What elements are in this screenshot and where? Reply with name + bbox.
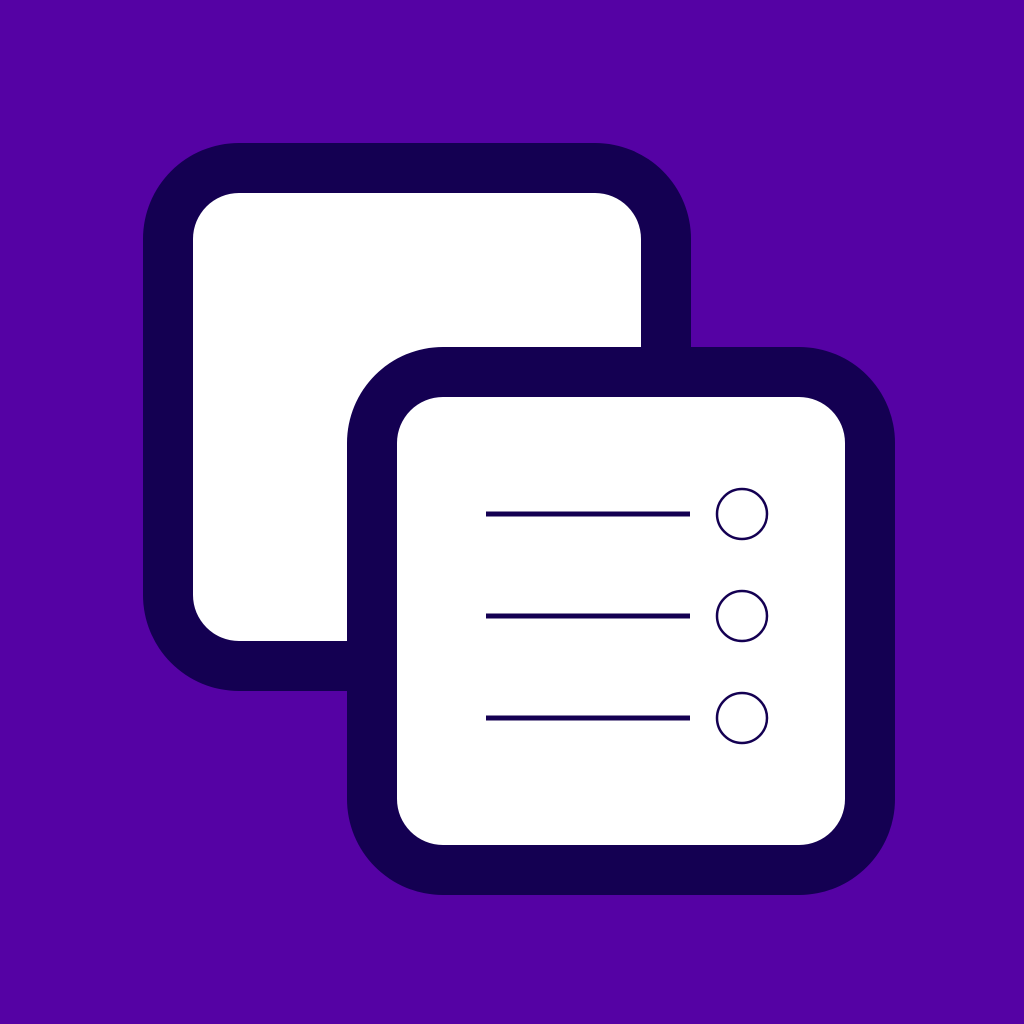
front-window-icon [347,347,895,895]
overlapping-windows-list-icon [0,0,1024,1024]
app-icon [0,0,1024,1024]
